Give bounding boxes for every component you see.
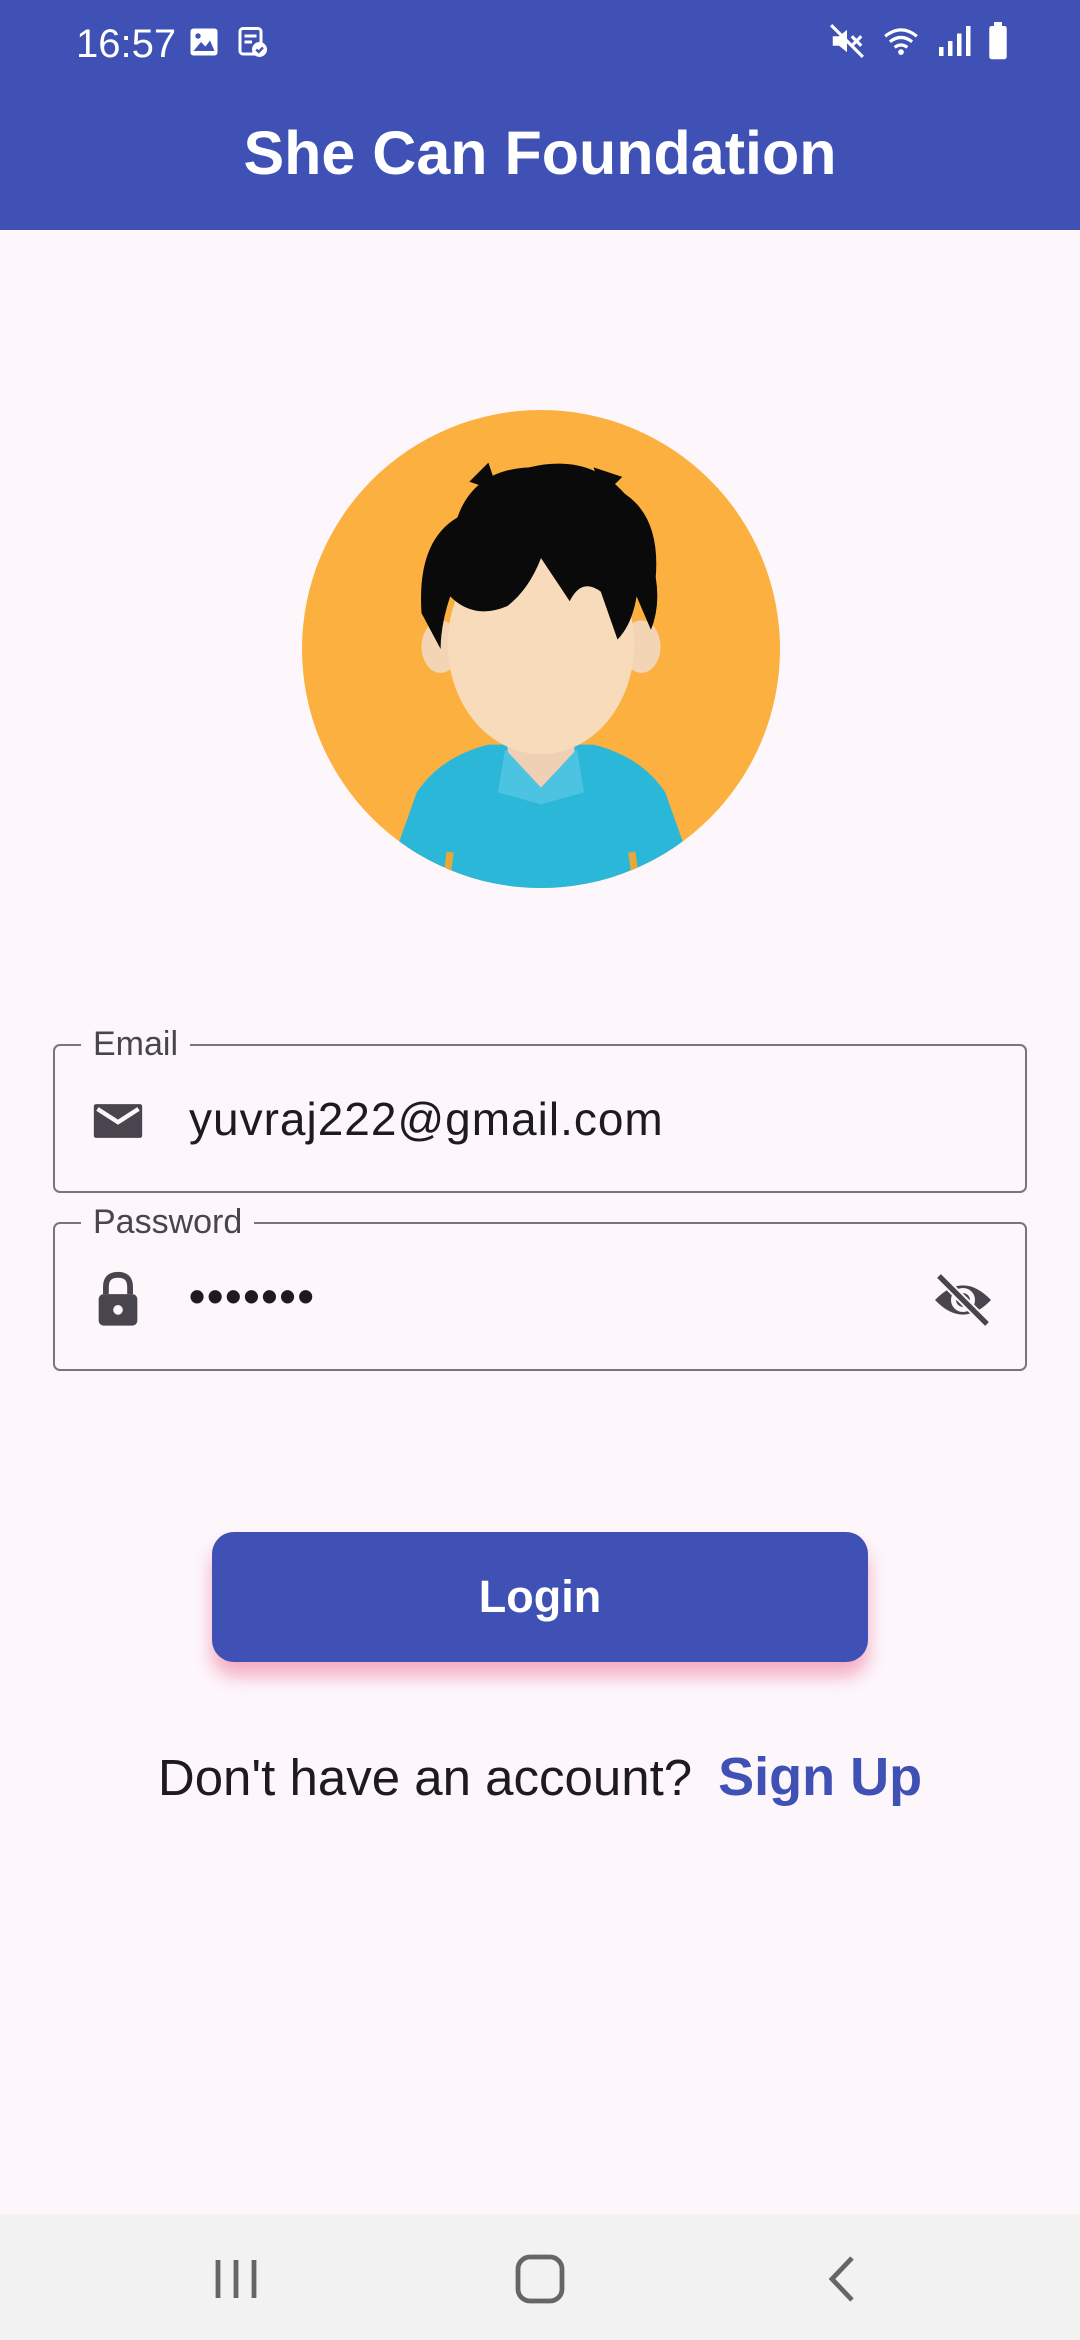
status-right-icons [828, 22, 1010, 60]
email-field[interactable]: Email yuvraj222@gmail.com [53, 1022, 1027, 1193]
status-time: 16:57 [76, 22, 177, 66]
status-left-icons [186, 24, 270, 60]
signup-row: Don't have an account? Sign Up [0, 1744, 1080, 1811]
password-field[interactable]: Password ••••••• [53, 1200, 1027, 1371]
signup-link[interactable]: Sign Up [718, 1747, 922, 1807]
navigation-bar [0, 2214, 1080, 2340]
avatar-illustration [302, 410, 780, 888]
page-title: She Can Foundation [243, 119, 837, 187]
app-header: 16:57 She Can Foundation [0, 0, 1080, 230]
login-button[interactable]: Login [212, 1532, 868, 1662]
email-label: Email [81, 1022, 191, 1066]
mail-icon [93, 1104, 143, 1138]
status-bar: 16:57 [0, 0, 1080, 86]
signup-prompt: Don't have an account? [157, 1749, 693, 1806]
password-input[interactable]: ••••••• [189, 1268, 316, 1324]
image-icon [190, 28, 218, 56]
back-icon[interactable] [812, 2254, 872, 2304]
email-input[interactable]: yuvraj222@gmail.com [189, 1091, 664, 1147]
lock-icon [98, 1271, 138, 1326]
battery-icon [989, 22, 1007, 60]
home-icon[interactable] [510, 2254, 570, 2304]
mute-icon [830, 24, 864, 58]
signal-icon [939, 26, 971, 56]
clipboard-check-icon [238, 27, 267, 57]
recent-apps-icon[interactable] [206, 2254, 266, 2304]
password-label: Password [81, 1200, 255, 1244]
wifi-icon [884, 28, 918, 55]
visibility-off-icon[interactable] [931, 1268, 995, 1332]
